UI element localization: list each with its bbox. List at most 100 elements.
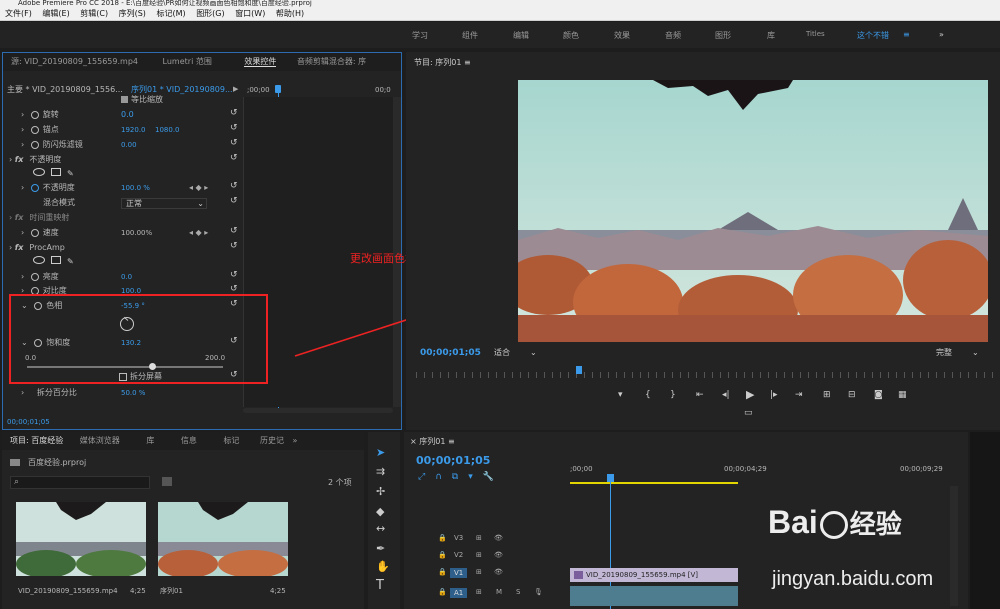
split-percent-value[interactable]: 50.0 %	[121, 386, 145, 400]
pen-tool-icon[interactable]: ✒	[376, 542, 385, 555]
procamp-header[interactable]: › fx ProcAmp	[9, 241, 65, 255]
uniform-scale-checkbox[interactable]	[121, 96, 128, 103]
timeline-timecode[interactable]: 00;00;01;05	[416, 454, 490, 468]
eye-icon[interactable]: 👁	[494, 551, 503, 559]
ws-libraries[interactable]: 库	[767, 30, 775, 41]
anchor-x-value[interactable]: 1920.0	[121, 123, 146, 137]
reset-icon[interactable]: ↺	[230, 270, 238, 280]
tab-lumetri-scopes[interactable]: Lumetri 范围	[163, 57, 212, 66]
blend-mode-dropdown[interactable]: 正常 ⌄	[121, 198, 207, 209]
fx-badge-icon[interactable]: fx	[15, 155, 24, 164]
ws-custom[interactable]: 这个不错	[857, 30, 889, 41]
play-button[interactable]: ▶	[746, 388, 754, 401]
reset-icon[interactable]: ↺	[230, 108, 238, 118]
ws-more-button[interactable]: »	[939, 30, 944, 39]
sync-icon[interactable]: ⊞	[476, 568, 482, 576]
lock-icon[interactable]: 🔒	[438, 551, 447, 559]
video-clip[interactable]: VID_20190809_155659.mp4 [V]	[570, 568, 738, 582]
menu-file[interactable]: 文件(F)	[5, 9, 32, 18]
reset-icon[interactable]: ↺	[230, 123, 238, 133]
ws-titles[interactable]: Titles	[806, 30, 825, 38]
tab-info[interactable]: 信息	[181, 436, 197, 445]
reset-icon[interactable]: ↺	[230, 153, 238, 163]
panel-more-icon[interactable]: »	[293, 436, 298, 445]
timeline-playhead[interactable]	[607, 474, 614, 482]
menu-markers[interactable]: 标记(M)	[156, 9, 185, 18]
mark-in-icon[interactable]: {	[645, 390, 651, 400]
eye-icon[interactable]: 👁	[494, 568, 503, 576]
stopwatch-icon[interactable]	[30, 183, 39, 192]
play-only-icon[interactable]: ▶	[233, 85, 238, 93]
stopwatch-icon[interactable]	[30, 140, 39, 149]
timeline-tab[interactable]: × 序列01 ≡	[410, 435, 455, 449]
keyframe-nav[interactable]: ◂ ◆ ▸	[189, 226, 208, 240]
mute-button[interactable]: M	[496, 588, 502, 596]
tab-source[interactable]: 源: VID_20190809_155659.mp4	[11, 57, 138, 66]
slip-tool-icon[interactable]: ↔	[376, 522, 385, 535]
tab-media-browser[interactable]: 媒体浏览器	[80, 436, 120, 445]
panel-menu-icon[interactable]: ≡	[464, 58, 471, 67]
lock-icon[interactable]: 🔒	[438, 534, 447, 542]
stopwatch-icon[interactable]	[30, 125, 39, 134]
go-to-in-icon[interactable]: ⇤	[696, 390, 704, 400]
rotation-value[interactable]: 0.0	[121, 108, 134, 122]
flicker-value[interactable]: 0.00	[121, 138, 137, 152]
mark-out-icon[interactable]: }	[670, 390, 676, 400]
fit-dropdown[interactable]: 适合 ⌄	[494, 347, 554, 358]
ellipse-mask-icon[interactable]	[33, 168, 45, 176]
lock-icon[interactable]: 🔒	[438, 568, 447, 576]
add-marker-icon[interactable]: ▾	[618, 390, 623, 400]
track-v1-label[interactable]: V1	[450, 568, 468, 578]
solo-button[interactable]: S	[516, 588, 520, 596]
pen-mask-icon[interactable]: ✎	[67, 257, 74, 266]
video-frame[interactable]	[518, 80, 988, 342]
time-remap-header[interactable]: › fx 时间重映射	[9, 211, 69, 225]
hand-tool-icon[interactable]: ✋	[376, 560, 390, 573]
tab-effect-controls[interactable]: 效果控件	[244, 57, 277, 67]
ws-audio[interactable]: 音频	[665, 30, 681, 41]
timeline-scrollbar[interactable]	[950, 486, 958, 606]
effect-timecode[interactable]: 00;00;01;05	[7, 415, 50, 429]
master-clip-label[interactable]: 主要 * VID_20190809_1556...	[7, 83, 123, 97]
comparison-view-icon[interactable]: ▦	[898, 390, 907, 400]
step-back-icon[interactable]: ◂|	[722, 390, 730, 400]
menu-window[interactable]: 窗口(W)	[235, 9, 265, 18]
reset-icon[interactable]: ↺	[230, 241, 238, 251]
extract-icon[interactable]: ⊟	[848, 390, 856, 400]
audio-clip[interactable]	[570, 586, 738, 606]
playhead-handle[interactable]	[275, 85, 281, 93]
track-v3[interactable]: 🔒 V3 ⊞ 👁	[406, 534, 568, 550]
menu-graphics[interactable]: 图形(G)	[196, 9, 224, 18]
menu-edit[interactable]: 编辑(E)	[42, 9, 69, 18]
keyframe-nav[interactable]: ◂ ◆ ▸	[189, 181, 208, 195]
tab-markers[interactable]: 标记	[223, 436, 239, 445]
track-select-tool-icon[interactable]: ⇉	[376, 465, 385, 478]
rect-mask-icon[interactable]	[51, 256, 61, 264]
close-icon[interactable]: ×	[410, 437, 417, 446]
project-search-input[interactable]: ⌕	[10, 476, 150, 489]
panel-menu-icon[interactable]: ≡	[448, 437, 455, 446]
ws-assembly[interactable]: 组件	[462, 30, 478, 41]
work-area-bar[interactable]	[570, 482, 738, 484]
sync-icon[interactable]: ⊞	[476, 534, 482, 542]
selection-tool-icon[interactable]: ➤	[376, 446, 385, 459]
stopwatch-icon[interactable]	[30, 272, 39, 281]
program-timecode[interactable]: 00;00;01;05	[420, 346, 481, 360]
menu-help[interactable]: 帮助(H)	[276, 9, 304, 18]
quality-dropdown[interactable]: 完整 ⌄	[936, 347, 996, 358]
ripple-edit-tool-icon[interactable]: ✢	[376, 485, 385, 498]
sync-icon[interactable]: ⊞	[476, 588, 482, 596]
ws-color[interactable]: 颜色	[563, 30, 579, 41]
tab-history[interactable]: 历史记	[260, 436, 284, 445]
go-to-out-icon[interactable]: ⇥	[795, 390, 803, 400]
horizontal-scrollbar[interactable]	[243, 408, 393, 413]
item1-name[interactable]: VID_20190809_155659.mp4	[18, 584, 118, 598]
stopwatch-icon[interactable]	[30, 228, 39, 237]
track-v2[interactable]: 🔒 V2 ⊞ 👁	[406, 551, 568, 567]
ws-effects[interactable]: 效果	[614, 30, 630, 41]
button-editor-icon[interactable]: ▭	[744, 408, 753, 418]
rect-mask-icon[interactable]	[51, 168, 61, 176]
item2-name[interactable]: 序列01	[160, 584, 183, 598]
opacity-value[interactable]: 100.0 %	[121, 181, 150, 195]
thumbnail-sequence[interactable]	[158, 502, 288, 576]
